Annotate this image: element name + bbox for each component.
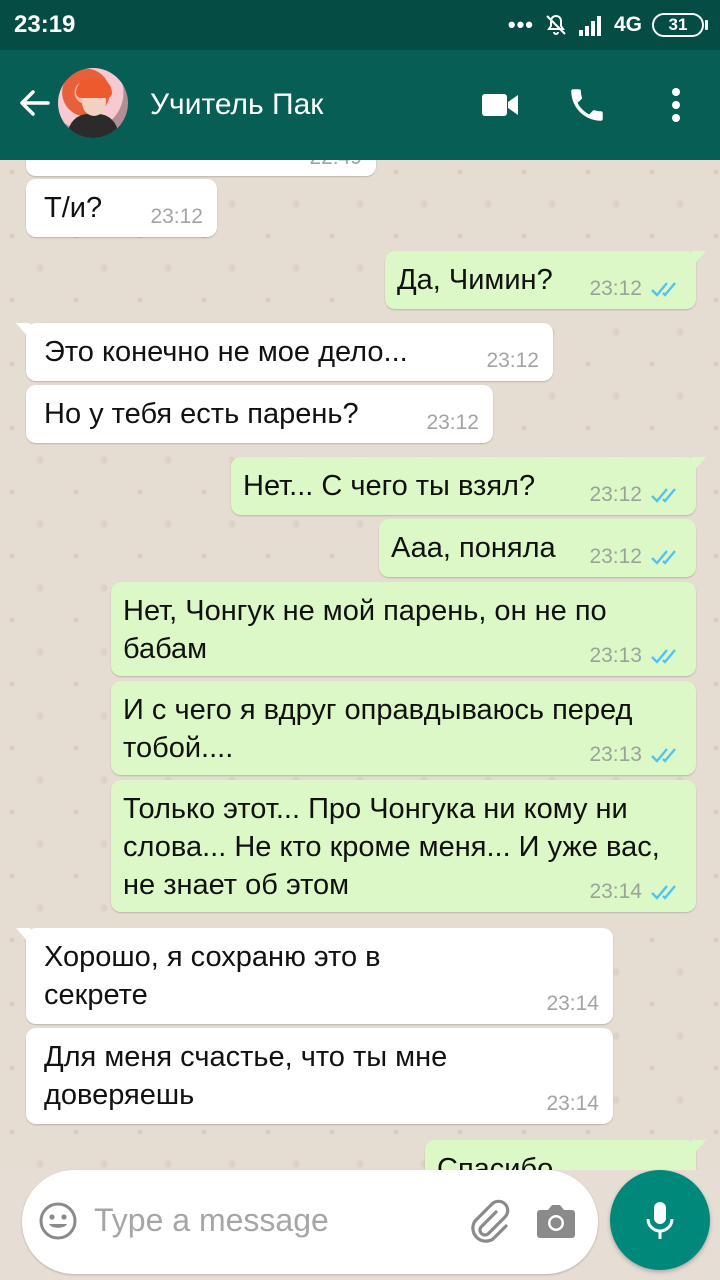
read-ticks-icon [651, 748, 676, 763]
read-ticks-icon [651, 649, 676, 664]
message-composer[interactable]: Type a message [22, 1170, 598, 1274]
message-text: Т/и? [44, 192, 103, 224]
message-text: Хорошо, я сохраню это в секрете [44, 941, 381, 1011]
message-text: Спасибо [437, 1153, 554, 1170]
message-outgoing[interactable]: Нет... С чего ты взял? 23:12 [231, 457, 706, 515]
message-time: 23:12 [426, 411, 479, 434]
avatar[interactable] [58, 68, 128, 138]
message-text: Да, Чимин? [397, 264, 553, 296]
message-incoming[interactable]: Это конечно не мое дело... 23:12 [16, 323, 553, 381]
message-text: И с чего я вдруг оправдываюсь перед тобо… [123, 694, 633, 764]
read-ticks-icon [651, 885, 676, 900]
status-icons: ••• 4G 31 [508, 10, 708, 40]
network-type: 4G [613, 13, 642, 36]
message-input[interactable]: Type a message [94, 1202, 329, 1239]
back-arrow-icon[interactable] [14, 83, 54, 123]
message-text: Для меня счастье, что ты мне доверяешь [44, 1041, 448, 1111]
message-outgoing[interactable]: Да, Чимин? 23:12 [385, 251, 706, 309]
message-time: 23:12 [589, 277, 682, 301]
more-options-icon[interactable] [664, 84, 688, 126]
battery-level: 31 [652, 13, 704, 37]
message-outgoing[interactable]: И с чего я вдруг оправдываюсь перед тобо… [111, 681, 696, 775]
phone-call-icon[interactable] [566, 84, 608, 126]
mute-bell-icon [546, 14, 566, 35]
message-text: Ааа, поняла [391, 532, 556, 564]
message-list[interactable]: … 22:49 Т/и? 23:12 Да, Чимин? 23:12 Это … [0, 160, 720, 1170]
read-ticks-icon [651, 550, 676, 565]
message-time: 23:12 [589, 545, 682, 569]
message-outgoing[interactable]: Нет, Чонгук не мой парень, он не по баба… [111, 582, 696, 676]
voice-record-button[interactable] [610, 1170, 710, 1270]
message-time: 22:49 [309, 160, 362, 170]
microphone-icon [646, 1202, 674, 1239]
message-incoming[interactable]: Т/и? 23:12 [26, 179, 217, 237]
contact-name[interactable]: Учитель Пак [150, 88, 323, 122]
message-text: Нет... С чего ты взял? [243, 470, 536, 502]
read-ticks-icon [651, 282, 676, 297]
message-time: 23:14 [589, 880, 682, 904]
message-incoming[interactable]: Хорошо, я сохраню это в секрете 23:14 [16, 928, 613, 1024]
message-time: 23:14 [546, 992, 599, 1015]
video-call-icon[interactable] [480, 87, 520, 123]
message-time: 23:12 [150, 205, 203, 228]
camera-icon[interactable] [534, 1200, 578, 1242]
message-outgoing[interactable]: Спасибо [425, 1140, 706, 1170]
chat-header: Учитель Пак [0, 50, 720, 160]
read-ticks-icon [651, 488, 676, 503]
message-incoming[interactable]: Но у тебя есть парень? 23:12 [26, 385, 493, 443]
message-outgoing[interactable]: Только этот... Про Чонгука ни кому ни сл… [111, 780, 696, 912]
attachment-clip-icon[interactable] [466, 1198, 512, 1244]
status-dots: ••• [507, 12, 534, 37]
message-outgoing[interactable]: Ааа, поняла 23:12 [379, 519, 696, 577]
message-text: Это конечно не мое дело... [44, 336, 408, 368]
message-time: 23:13 [589, 743, 682, 767]
message-incoming[interactable]: … 22:49 [26, 160, 376, 176]
message-time: 23:12 [589, 483, 682, 507]
message-time: 23:13 [589, 644, 682, 668]
message-time: 23:14 [546, 1092, 599, 1115]
message-incoming[interactable]: Для меня счастье, что ты мне доверяешь 2… [26, 1028, 613, 1124]
message-time: 23:12 [486, 349, 539, 372]
battery-icon: 31 [652, 13, 708, 37]
signal-icon [578, 16, 601, 36]
status-time: 23:19 [14, 11, 76, 38]
emoji-icon[interactable] [38, 1201, 78, 1241]
message-text: … [44, 160, 73, 170]
status-bar: 23:19 ••• 4G 31 [0, 0, 720, 50]
message-text: Но у тебя есть парень? [44, 398, 359, 430]
